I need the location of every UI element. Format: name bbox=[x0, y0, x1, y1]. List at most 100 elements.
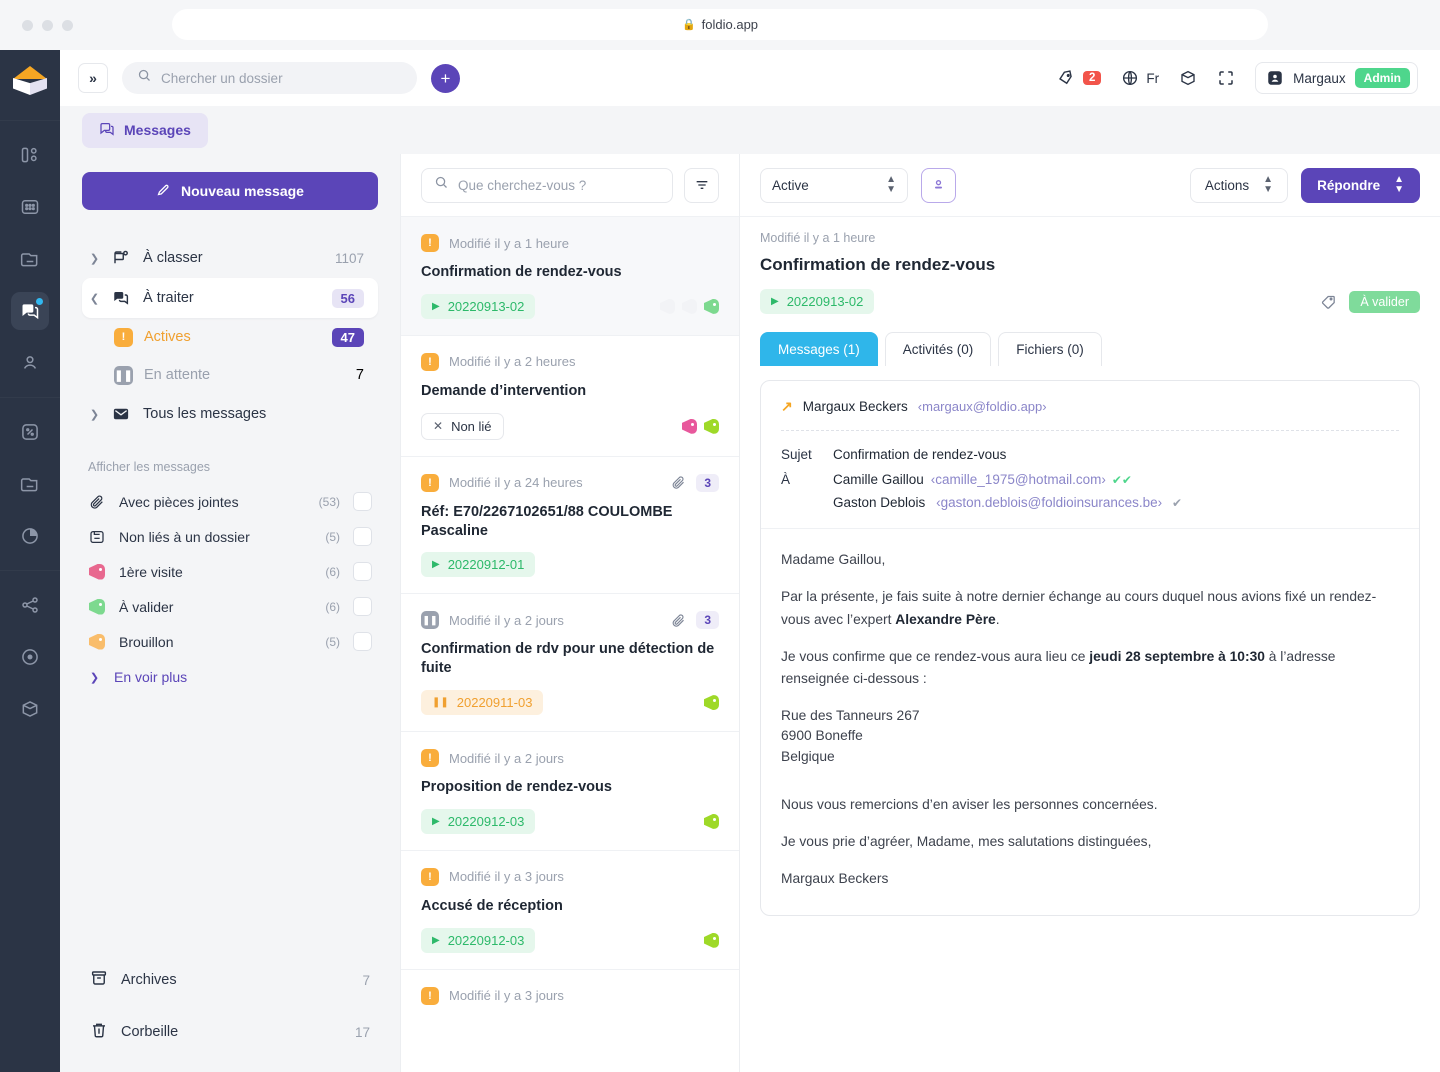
filter-a-valider[interactable]: À valider (6) bbox=[82, 589, 378, 624]
status-badge: À valider bbox=[1349, 290, 1420, 313]
list-item[interactable]: ! Modifié il y a 3 jours bbox=[401, 968, 739, 1021]
cube-icon[interactable] bbox=[1179, 69, 1197, 87]
tab-messages[interactable]: Messages bbox=[82, 112, 208, 148]
maximize-window-dot[interactable] bbox=[62, 19, 73, 31]
tab-fichiers[interactable]: Fichiers (0) bbox=[998, 332, 1102, 366]
global-search-input[interactable] bbox=[161, 70, 402, 86]
list-item[interactable]: ! Modifié il y a 3 jours Accusé de récep… bbox=[401, 849, 739, 969]
list-item-unlinked-chip[interactable]: ✕ Non lié bbox=[421, 412, 504, 440]
rail-item-folder-icon[interactable] bbox=[11, 240, 49, 278]
filter-a-valider-checkbox[interactable] bbox=[353, 597, 372, 616]
minimize-window-dot[interactable] bbox=[42, 19, 53, 31]
assign-user-button[interactable] bbox=[921, 167, 956, 203]
tab-messages-detail[interactable]: Messages (1) bbox=[760, 332, 878, 366]
chevron-right-icon-2[interactable]: ❯ bbox=[88, 408, 101, 421]
detail-body: ↗ Margaux Beckers ‹margaux@foldio.app› S… bbox=[740, 366, 1440, 1072]
fullscreen-icon[interactable] bbox=[1217, 69, 1235, 87]
rail-item-target-icon[interactable] bbox=[11, 638, 49, 676]
filter-avec-pieces-jointes-count: (53) bbox=[318, 494, 340, 509]
rail-item-messages-icon[interactable] bbox=[11, 292, 49, 330]
reply-button[interactable]: Répondre ▲ ▼ bbox=[1301, 167, 1420, 203]
mail-from-row: ↗ Margaux Beckers ‹margaux@foldio.app› bbox=[761, 381, 1419, 430]
list-item[interactable]: ! Modifié il y a 2 heures Demande d’inte… bbox=[401, 334, 739, 456]
filter-brouillon-checkbox[interactable] bbox=[353, 632, 372, 651]
list-item-time: Modifié il y a 2 heures bbox=[449, 354, 576, 370]
user-menu[interactable]: Margaux Admin bbox=[1255, 62, 1418, 94]
tab-activites[interactable]: Activités (0) bbox=[884, 332, 992, 366]
message-search[interactable] bbox=[421, 167, 673, 203]
tag-outline-icon[interactable] bbox=[1320, 293, 1337, 310]
filter-non-lies-checkbox[interactable] bbox=[353, 527, 372, 546]
language-switcher[interactable]: Fr bbox=[1121, 69, 1159, 87]
list-item[interactable]: ! Modifié il y a 2 jours Proposition de … bbox=[401, 731, 739, 850]
list-item-ref[interactable]: ❚❚ 20220911-03 bbox=[421, 690, 544, 716]
collapse-sidebar-button[interactable]: » bbox=[78, 63, 108, 93]
chevron-up-icon[interactable]: ❮ bbox=[88, 292, 101, 305]
filter-non-lies[interactable]: Non liés à un dossier (5) bbox=[82, 519, 378, 554]
close-window-dot[interactable] bbox=[22, 19, 33, 31]
alert-square-icon: ! bbox=[421, 867, 439, 886]
detail-ref-chip[interactable]: ▶ 20220913-02 bbox=[760, 289, 875, 314]
rail-item-share-icon[interactable] bbox=[11, 586, 49, 624]
sidebar-bottom: Archives 7 Corbeille 17 bbox=[82, 954, 378, 1072]
filter-1ere-visite[interactable]: 1ère visite (6) bbox=[82, 554, 378, 589]
tag-icon-lime bbox=[704, 695, 719, 711]
rail-item-dashboard-icon[interactable] bbox=[11, 136, 49, 174]
folder-a-traiter[interactable]: ❮ À traiter 56 bbox=[82, 278, 378, 318]
browser-chrome: 🔒 foldio.app bbox=[0, 0, 1440, 50]
actions-button[interactable]: Actions ▲ ▼ bbox=[1189, 167, 1289, 203]
list-item-ref-label: 20220912-03 bbox=[447, 932, 525, 948]
app-logo[interactable] bbox=[0, 50, 60, 112]
new-message-button[interactable]: Nouveau message bbox=[82, 172, 378, 210]
rail-item-grid-icon[interactable] bbox=[11, 188, 49, 226]
rail-item-contacts-icon[interactable] bbox=[11, 344, 49, 382]
window-traffic-lights[interactable] bbox=[22, 19, 73, 31]
rail-item-pie-chart-icon[interactable] bbox=[11, 517, 49, 555]
list-item-time: Modifié il y a 3 jours bbox=[449, 869, 564, 885]
pause-square-icon: ❚❚ bbox=[114, 365, 133, 385]
list-item-ref[interactable]: ▶ 20220912-03 bbox=[421, 927, 536, 953]
filter-button[interactable] bbox=[684, 167, 719, 203]
list-item[interactable]: ! Modifié il y a 24 heures 3 Réf: E70/22… bbox=[401, 455, 739, 594]
list-item[interactable]: ! Modifié il y a 1 heure Confirmation de… bbox=[401, 216, 739, 335]
list-item[interactable]: ❚❚ Modifié il y a 2 jours 3 Confirmation… bbox=[401, 593, 739, 731]
rail-item-percent-icon[interactable] bbox=[11, 413, 49, 451]
rail-item-box-icon[interactable] bbox=[11, 690, 49, 728]
folder-a-classer[interactable]: ❯ À classer 1107 bbox=[82, 238, 378, 278]
notifications[interactable]: 2 bbox=[1057, 69, 1102, 87]
address-bar[interactable]: 🔒 foldio.app bbox=[172, 9, 1268, 40]
folder-archives[interactable]: Archives 7 bbox=[82, 954, 378, 1006]
detail-action-bar: Active ▲ ▼ Actions ▲ ▼ Répondre ▲ ▼ bbox=[740, 154, 1440, 216]
play-icon: ▶ bbox=[432, 934, 440, 946]
filter-brouillon[interactable]: Brouillon (5) bbox=[82, 624, 378, 659]
list-item-ref[interactable]: ▶ 20220912-03 bbox=[421, 808, 536, 834]
mail-recipient-name-2: Gaston Deblois bbox=[833, 495, 926, 510]
add-button[interactable]: + bbox=[431, 63, 460, 93]
chevron-right-icon[interactable]: ❯ bbox=[88, 252, 101, 265]
subfolder-actives[interactable]: ! Actives 47 bbox=[82, 318, 378, 356]
list-item-unlinked-label: Non lié bbox=[451, 418, 492, 434]
see-more-filters[interactable]: ❯ En voir plus bbox=[82, 663, 378, 691]
filter-avec-pieces-jointes-checkbox[interactable] bbox=[353, 492, 372, 511]
folder-a-classer-count: 1107 bbox=[334, 250, 364, 266]
filter-1ere-visite-checkbox[interactable] bbox=[353, 562, 372, 581]
rail-divider-2 bbox=[0, 397, 60, 398]
folder-corbeille[interactable]: Corbeille 17 bbox=[82, 1006, 378, 1058]
arrow-outgoing-icon: ↗ bbox=[781, 398, 793, 414]
mail-to-row: À Camille Gaillou ‹camille_1975@hotmail.… bbox=[781, 472, 1399, 487]
list-item-ref[interactable]: ▶ 20220913-02 bbox=[421, 293, 536, 319]
folder-tous-les-messages[interactable]: ❯ Tous les messages bbox=[82, 394, 378, 434]
tag-icon-placeholder-2 bbox=[682, 298, 697, 314]
mail-card[interactable]: ↗ Margaux Beckers ‹margaux@foldio.app› S… bbox=[760, 380, 1420, 916]
list-item-ref[interactable]: ▶ 20220912-01 bbox=[421, 552, 536, 578]
detail-title: Confirmation de rendez-vous bbox=[760, 255, 996, 274]
message-search-input[interactable] bbox=[458, 177, 660, 193]
globe-icon bbox=[1121, 69, 1139, 87]
global-search[interactable] bbox=[122, 62, 417, 94]
filter-avec-pieces-jointes[interactable]: Avec pièces jointes (53) bbox=[82, 484, 378, 519]
rail-item-document-icon[interactable] bbox=[11, 465, 49, 503]
bell-tag-icon[interactable] bbox=[1057, 69, 1075, 87]
status-select[interactable]: Active ▲ ▼ bbox=[760, 167, 908, 203]
detail-meta-row: ▶ 20220913-02 À valider bbox=[760, 289, 1420, 314]
subfolder-en-attente[interactable]: ❚❚ En attente 7 bbox=[82, 356, 378, 394]
